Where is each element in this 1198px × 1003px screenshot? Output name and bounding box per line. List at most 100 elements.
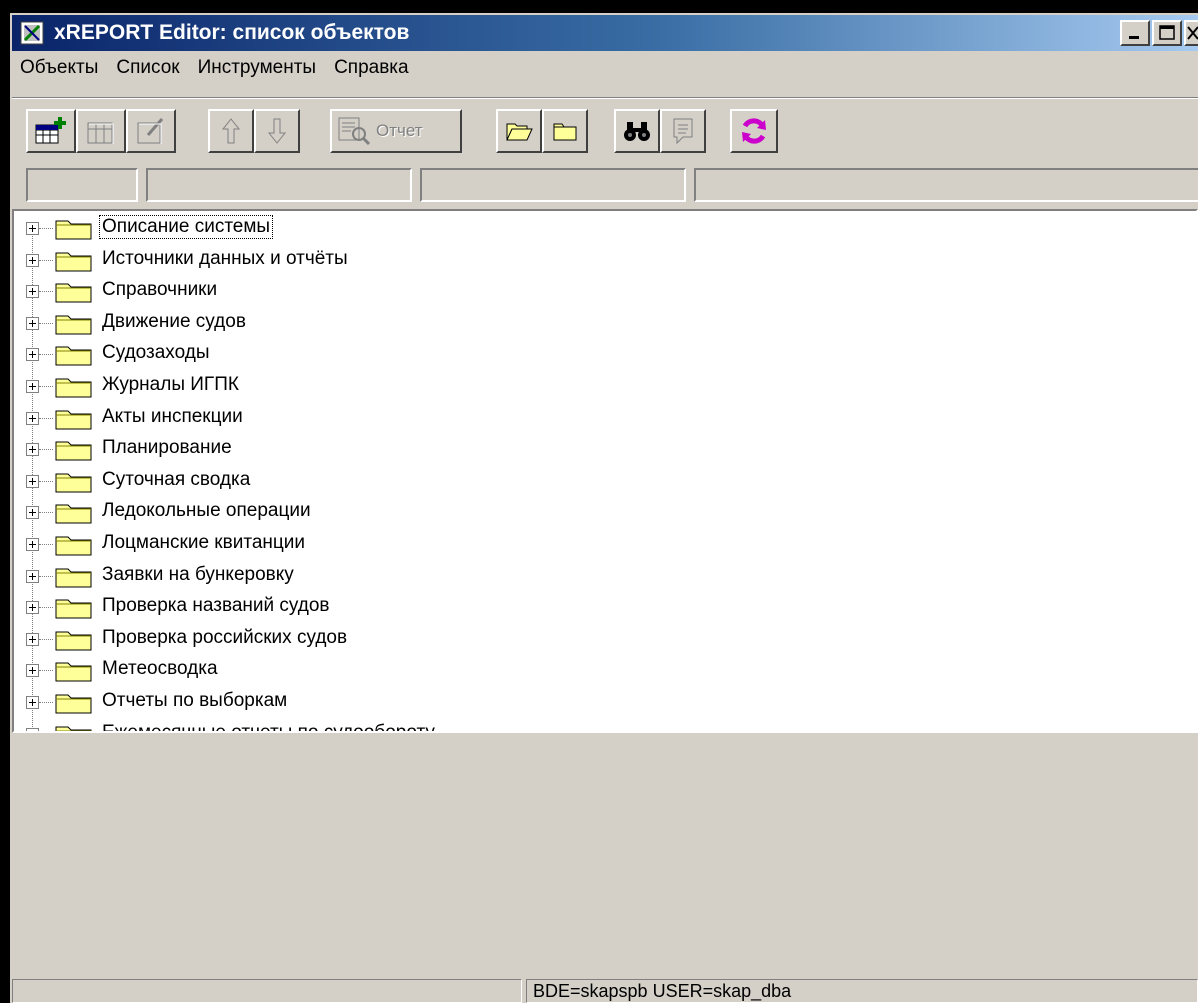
expand-icon[interactable] [26, 664, 39, 678]
report-button[interactable]: Отчет [330, 109, 462, 153]
tree-node[interactable]: Проверка названий судов [14, 592, 914, 624]
expand-icon[interactable] [26, 696, 39, 709]
expand-icon[interactable] [26, 632, 39, 646]
tree-node[interactable]: Проверка российских судов [14, 624, 914, 656]
window-title: xREPORT Editor: список объектов [54, 21, 410, 44]
tree-node[interactable]: Заявки на бункеровку [14, 561, 914, 593]
toolbar: Отчет [16, 109, 1198, 155]
edit-object-button[interactable] [126, 109, 176, 153]
expand-icon[interactable] [26, 727, 39, 731]
move-up-button[interactable] [208, 109, 254, 153]
expand-icon[interactable] [26, 253, 39, 267]
object-tree[interactable]: Описание системы Источники данных и отчёт… [12, 209, 1198, 733]
open-folder-icon [506, 123, 533, 141]
tree-node-label[interactable]: Описание системы [98, 215, 274, 239]
tree-node[interactable]: Описание системы [14, 213, 914, 245]
open-folder-button[interactable] [496, 109, 542, 153]
tree-node-label[interactable]: Суточная сводка [100, 469, 252, 491]
tree-node-label[interactable]: Проверка российских судов [100, 627, 349, 649]
tree-node-label[interactable]: Заявки на бункеровку [100, 564, 296, 586]
tree-node[interactable]: Журналы ИГПК [14, 371, 914, 403]
tree-connector [39, 575, 53, 577]
tree-node[interactable]: Источники данных и отчёты [14, 245, 914, 277]
arrow-up-icon [221, 118, 241, 144]
tree-node-label[interactable]: Акты инспекции [100, 406, 245, 428]
tree-connector [39, 480, 53, 482]
field-4[interactable] [694, 168, 1198, 202]
menu-list[interactable]: Список [108, 57, 189, 79]
expand-icon[interactable] [26, 348, 39, 362]
tree-node-label[interactable]: Проверка названий судов [100, 595, 332, 617]
tree-node-label[interactable]: Движение судов [100, 311, 248, 333]
expand-icon[interactable] [26, 538, 39, 551]
tree-connector [39, 544, 53, 545]
tree-node[interactable]: Акты инспекции [14, 403, 914, 435]
maximize-button[interactable] [1152, 20, 1182, 46]
close-button[interactable] [1184, 20, 1198, 46]
find-button[interactable] [614, 109, 660, 153]
app-icon [20, 21, 44, 45]
folder-icon [55, 536, 92, 556]
folder-icon [55, 315, 92, 335]
folder-icon [55, 346, 92, 366]
tree-node[interactable]: Лоцманские квитанции [14, 529, 914, 561]
tree-node-label[interactable]: Источники данных и отчёты [100, 248, 350, 270]
tree-node-label[interactable]: Лоцманские квитанции [100, 532, 307, 554]
tree-node[interactable]: Метеосводка [14, 655, 914, 687]
tree-node-label[interactable]: Ежемесячные отчеты по судообороту [100, 722, 437, 731]
minimize-icon [1129, 36, 1139, 39]
tree-node[interactable]: Судозаходы [14, 339, 914, 371]
minimize-button[interactable] [1120, 20, 1150, 46]
menu-objects[interactable]: Объекты [12, 57, 108, 79]
tree-connector [39, 670, 53, 672]
maximize-icon [1159, 25, 1175, 40]
tree-node[interactable]: Ежемесячные отчеты по судообороту [14, 719, 914, 731]
tree-node-label[interactable]: Метеосводка [100, 658, 220, 680]
menu-bar: Объекты Список Инструменты Справка [12, 53, 1198, 83]
folder-button[interactable] [542, 109, 588, 153]
folder-icon [55, 726, 92, 731]
tree-node-label[interactable]: Справочники [100, 279, 219, 301]
tree-node[interactable]: Ледокольные операции [14, 497, 914, 529]
move-down-button[interactable] [254, 109, 300, 153]
refresh-button[interactable] [730, 109, 778, 153]
expand-icon[interactable] [26, 601, 39, 615]
tree-node[interactable]: Справочники [14, 276, 914, 308]
folder-icon [55, 441, 92, 461]
folder-icon [55, 220, 92, 240]
expand-icon[interactable] [26, 506, 39, 520]
filter-fields [26, 168, 1198, 204]
expand-icon[interactable] [26, 285, 39, 299]
expand-icon[interactable] [26, 316, 39, 330]
tree-node-label[interactable]: Журналы ИГПК [100, 374, 241, 396]
note-icon [673, 118, 693, 145]
tree-node-label[interactable]: Судозаходы [100, 342, 212, 364]
tree-node-label[interactable]: Отчеты по выборкам [100, 690, 289, 712]
field-3[interactable] [420, 168, 686, 202]
menu-tools[interactable]: Инструменты [190, 57, 326, 79]
menu-help[interactable]: Справка [326, 57, 419, 79]
expand-icon[interactable] [26, 569, 39, 583]
expand-icon[interactable] [26, 380, 39, 393]
tree-connector [39, 512, 53, 514]
tree-connector [39, 449, 53, 451]
tree-node[interactable]: Суточная сводка [14, 466, 914, 498]
expand-icon[interactable] [26, 411, 39, 425]
expand-icon[interactable] [26, 443, 39, 457]
tree-node-label[interactable]: Ледокольные операции [100, 500, 313, 522]
title-bar[interactable]: xREPORT Editor: список объектов [12, 15, 1198, 51]
expand-icon[interactable] [26, 222, 39, 235]
tree-node-label[interactable]: Планирование [100, 437, 234, 459]
field-2[interactable] [146, 168, 412, 202]
delete-object-button[interactable] [76, 109, 126, 153]
refresh-icon [742, 118, 766, 144]
field-1[interactable] [26, 168, 138, 202]
comment-button[interactable] [660, 109, 706, 153]
add-object-button[interactable] [26, 109, 76, 153]
tree-node[interactable]: Планирование [14, 434, 914, 466]
folder-icon [55, 473, 92, 493]
expand-icon[interactable] [26, 474, 39, 488]
tree-node[interactable]: Движение судов [14, 308, 914, 340]
folder-icon [55, 662, 92, 682]
tree-node[interactable]: Отчеты по выборкам [14, 687, 914, 719]
